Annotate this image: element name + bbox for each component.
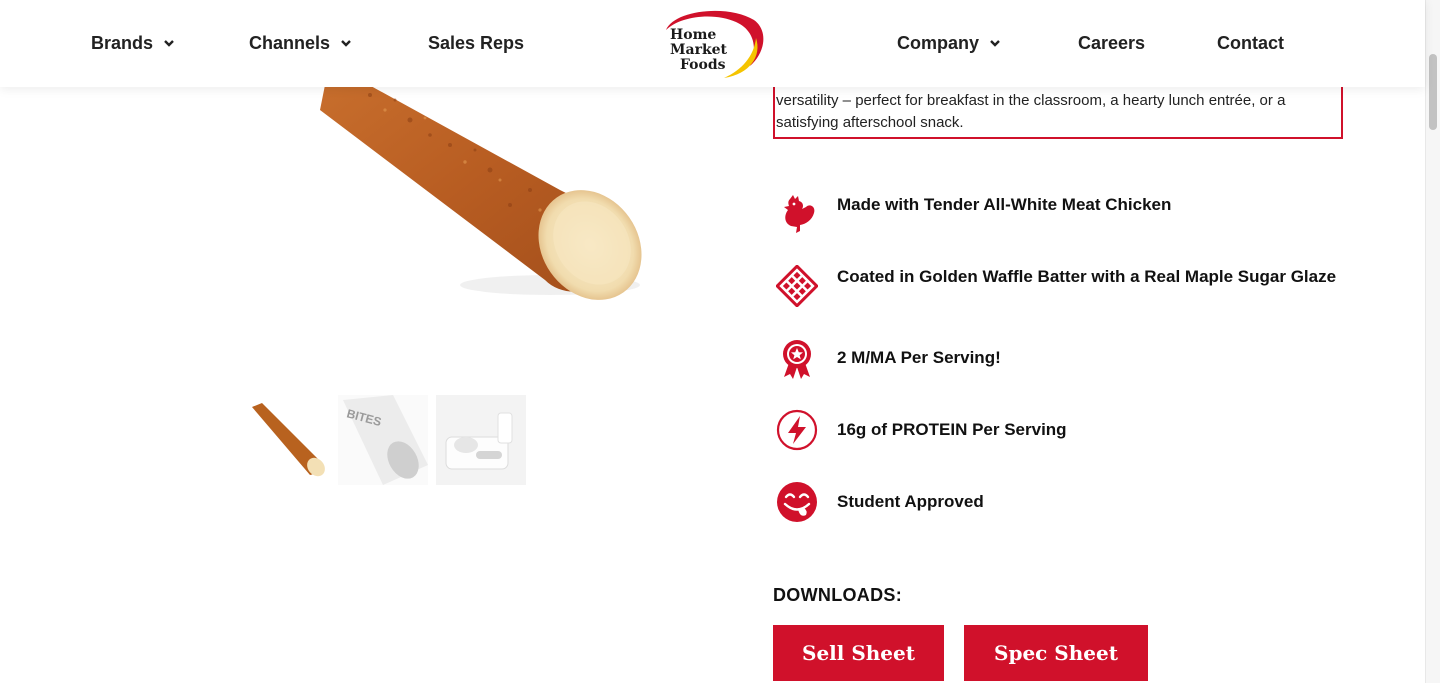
- feature-text: Made with Tender All-White Meat Chicken: [837, 195, 1172, 214]
- nav-company-label: Company: [897, 33, 980, 53]
- spec-sheet-button[interactable]: Spec Sheet: [964, 625, 1148, 681]
- chevron-down-icon: [164, 40, 174, 47]
- feature-item: 2 M/MA Per Serving!: [776, 337, 1342, 379]
- feature-item: Coated in Golden Waffle Batter with a Re…: [776, 265, 1342, 307]
- nav-brands-label: Brands: [91, 33, 154, 53]
- product-description-text: versatility – perfect for breakfast in t…: [776, 92, 1286, 131]
- nav-channels-label: Channels: [249, 33, 331, 53]
- product-thumbnails: BITES: [240, 395, 526, 485]
- feature-item: 16g of PROTEIN Per Serving: [776, 409, 1342, 451]
- nav-sales-reps[interactable]: Sales Reps: [428, 33, 524, 53]
- nav-channels[interactable]: Channels: [249, 33, 352, 53]
- feature-item: Student Approved: [776, 481, 1342, 523]
- chevron-down-icon: [341, 40, 351, 47]
- nav-contact[interactable]: Contact: [1217, 33, 1284, 53]
- feature-text: 2 M/MA Per Serving!: [837, 348, 1001, 367]
- logo-text-foods: Foods: [680, 57, 726, 73]
- thumbnail-product[interactable]: [240, 395, 330, 485]
- nav-sales-reps-label: Sales Reps: [428, 33, 525, 53]
- thumbnail-packaging[interactable]: BITES: [338, 395, 428, 485]
- nav-brands[interactable]: Brands: [91, 33, 175, 53]
- sell-sheet-button[interactable]: Sell Sheet: [773, 625, 944, 681]
- logo-text-market: Market: [670, 42, 728, 58]
- downloads-heading: DOWNLOADS:: [773, 585, 902, 605]
- logo-text-home: Home: [670, 27, 716, 43]
- scrollbar-thumb[interactable]: [1429, 54, 1437, 130]
- nav-company[interactable]: Company: [897, 33, 1001, 53]
- award-ribbon-icon: [783, 340, 811, 379]
- waffle-icon: [776, 265, 818, 307]
- chevron-down-icon: [990, 40, 1000, 47]
- smiley-tongue-icon: [777, 482, 817, 522]
- thumbnail-serving[interactable]: [436, 395, 526, 485]
- feature-text: Coated in Golden Waffle Batter with a Re…: [837, 267, 1337, 286]
- feature-text: 16g of PROTEIN Per Serving: [837, 420, 1067, 439]
- nav-careers-label: Careers: [1078, 33, 1146, 53]
- nav-contact-label: Contact: [1217, 33, 1284, 53]
- lightning-bolt-icon: [776, 409, 818, 451]
- product-image-area: BITES: [0, 0, 760, 683]
- site-header: Brands Channels Sales Reps Home Market F…: [0, 0, 1425, 87]
- feature-item: Made with Tender All-White Meat Chicken: [776, 193, 1342, 235]
- nav-careers[interactable]: Careers: [1078, 33, 1145, 53]
- home-market-foods-logo[interactable]: Home Market Foods: [658, 8, 766, 80]
- page-scrollbar[interactable]: [1425, 0, 1440, 683]
- feature-text: Student Approved: [837, 492, 984, 511]
- chicken-icon: [784, 195, 815, 233]
